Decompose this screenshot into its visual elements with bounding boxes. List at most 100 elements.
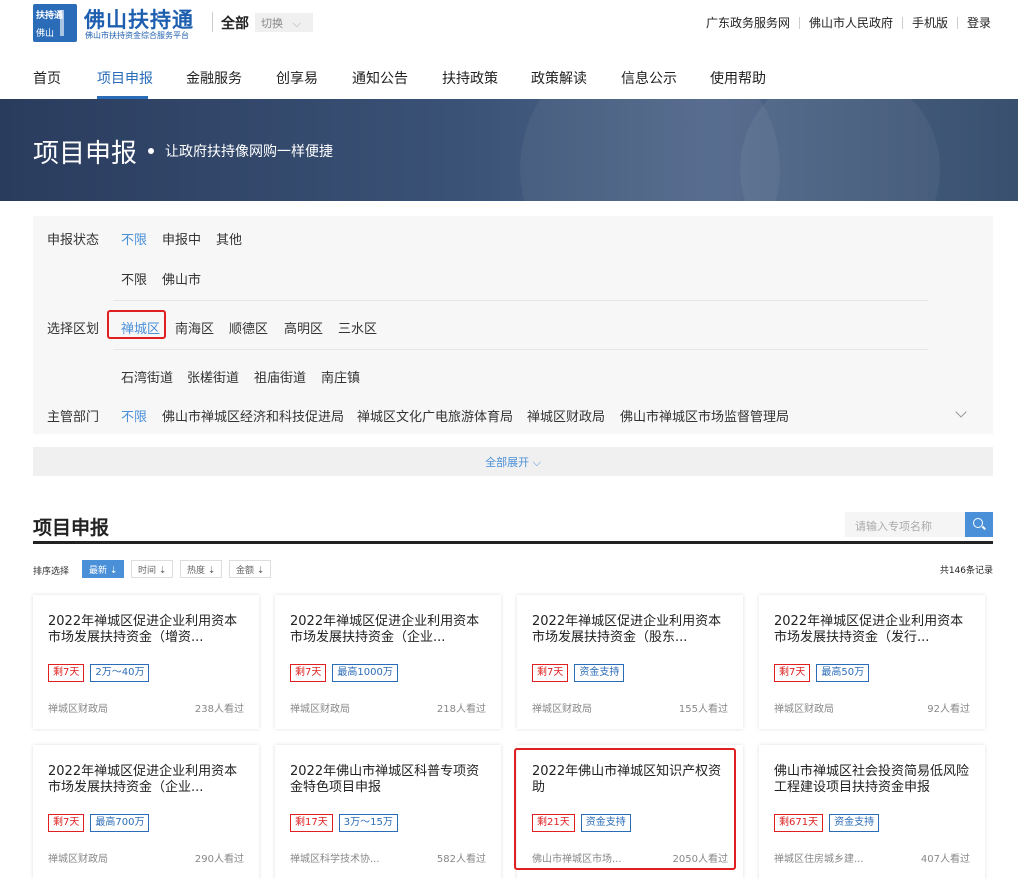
project-card[interactable]: 佛山市禅城区社会投资简易低风险工程建设项目扶持资金申报 剩671天 资金支持 禅城…: [759, 745, 985, 879]
expand-all-label: 全部展开: [485, 456, 530, 469]
filter-dept-culture[interactable]: 禅城区文化广电旅游体育局: [357, 406, 513, 425]
divider: [901, 16, 903, 29]
banner-slogan: 让政府扶持像网购一样便捷: [165, 144, 333, 160]
filter-street-zumiao[interactable]: 祖庙街道: [254, 367, 306, 386]
bullet-dot: [148, 148, 154, 154]
card-dept: 禅城区财政局: [48, 704, 108, 715]
card-dept: 禅城区财政局: [532, 704, 592, 715]
amount-badge: 最高50万: [816, 664, 870, 682]
top-bar: 扶持通 佛山 佛山 扶持通 佛山市扶持资金综合服务平台 全部 切换 ⌵ 广东政务服…: [0, 0, 1018, 46]
nav-item-help[interactable]: 使用帮助: [710, 68, 766, 88]
filter-dept-finance[interactable]: 禅城区财政局: [527, 406, 605, 425]
chevron-down-icon[interactable]: [955, 406, 967, 418]
filter-status-other[interactable]: 其他: [216, 229, 242, 248]
top-links: 广东政务服务网 佛山市人民政府 手机版 登录: [706, 14, 991, 31]
logo-text-top: 扶持通: [36, 11, 64, 21]
nav-item-home[interactable]: 首页: [33, 68, 61, 88]
sort-popularity[interactable]: 热度 ⇣: [180, 560, 223, 578]
nav-item-policy-reading[interactable]: 政策解读: [531, 68, 587, 88]
expand-all-button[interactable]: 全部展开 ⌵: [33, 447, 993, 476]
current-region: 全部: [221, 16, 249, 32]
sort-amount[interactable]: 金额 ⇣: [229, 560, 272, 578]
filter-label-area: 选择区划: [47, 322, 100, 337]
tower-icon: [60, 10, 64, 36]
divider: [113, 300, 928, 301]
chevron-down-icon: ⌵: [532, 456, 541, 469]
card-dept: 禅城区财政局: [774, 704, 834, 715]
filter-status-applying[interactable]: 申报中: [162, 229, 201, 248]
days-left-badge: 剩671天: [774, 814, 824, 832]
sort-label: 排序选择: [33, 567, 70, 577]
page-title: 项目申报: [33, 139, 138, 169]
project-card[interactable]: 2022年佛山市禅城区科普专项资金特色项目申报 剩17天 3万～15万 禅城区科学…: [275, 745, 501, 879]
site-logo[interactable]: 扶持通 佛山: [33, 4, 77, 42]
sort-newest[interactable]: 最新 ⇣: [82, 560, 125, 578]
chevron-down-icon: ⌵: [292, 17, 301, 30]
filter-area-any[interactable]: 不限: [121, 269, 147, 288]
project-card[interactable]: 2022年禅城区促进企业利用资本市场发展扶持资金（增资... 剩7天 2万～40万…: [33, 595, 259, 729]
filter-dept-any[interactable]: 不限: [121, 406, 147, 425]
login-link[interactable]: 登录: [967, 14, 991, 31]
card-title[interactable]: 2022年禅城区促进企业利用资本市场发展扶持资金（企业...: [48, 764, 246, 796]
page-banner: 项目申报 让政府扶持像网购一样便捷: [0, 99, 1018, 201]
card-views: 238人看过: [194, 704, 244, 715]
project-card[interactable]: 2022年禅城区促进企业利用资本市场发展扶持资金（股东... 剩7天 资金支持 禅…: [517, 595, 743, 729]
filter-area-nanhai[interactable]: 南海区: [175, 318, 214, 337]
link-mobile[interactable]: 手机版: [912, 14, 948, 31]
days-left-badge: 剩7天: [774, 664, 811, 682]
card-views: 290人看过: [194, 854, 244, 865]
nav-item-project-apply[interactable]: 项目申报: [97, 68, 153, 88]
card-title[interactable]: 2022年禅城区促进企业利用资本市场发展扶持资金（发行...: [774, 614, 972, 646]
filter-dept-market[interactable]: 佛山市禅城区市场监督管理局: [620, 406, 789, 425]
filter-street-zhangcha[interactable]: 张槎街道: [187, 367, 239, 386]
project-card[interactable]: 2022年禅城区促进企业利用资本市场发展扶持资金（发行... 剩7天 最高50万 …: [759, 595, 985, 729]
divider: [798, 16, 800, 29]
brand-subtitle: 佛山市扶持资金综合服务平台: [85, 31, 189, 40]
search-button[interactable]: [965, 512, 993, 537]
banner-decoration: [740, 99, 940, 201]
filter-label-status: 申报状态: [47, 233, 100, 248]
amount-badge: 最高700万: [90, 814, 150, 832]
switch-label: 切换: [261, 17, 283, 30]
filter-area-foshan[interactable]: 佛山市: [162, 269, 201, 288]
filter-panel: 申报状态 不限 申报中 其他 不限 佛山市 选择区划 禅城区 南海区 顺德区 高…: [33, 216, 993, 434]
card-title[interactable]: 2022年佛山市禅城区科普专项资金特色项目申报: [290, 764, 488, 796]
sort-time[interactable]: 时间 ⇣: [131, 560, 174, 578]
logo-text-bottom: 佛山: [36, 29, 55, 39]
filter-status-any[interactable]: 不限: [121, 229, 147, 248]
region-switch-dropdown[interactable]: 切换 ⌵: [255, 13, 313, 32]
card-title[interactable]: 佛山市禅城区社会投资简易低风险工程建设项目扶持资金申报: [774, 764, 972, 796]
filter-area-sanshui[interactable]: 三水区: [338, 318, 377, 337]
link-gd-gov[interactable]: 广东政务服务网: [706, 14, 790, 31]
filter-street-nanzhuang[interactable]: 南庄镇: [321, 367, 360, 386]
search-icon-handle: [982, 525, 986, 530]
card-title[interactable]: 2022年禅城区促进企业利用资本市场发展扶持资金（股东...: [532, 614, 730, 646]
main-nav: 首页 项目申报 金融服务 创享易 通知公告 扶持政策 政策解读 信息公示 使用帮…: [0, 54, 1018, 99]
card-views: 582人看过: [436, 854, 486, 865]
nav-item-chuangxiang[interactable]: 创享易: [276, 68, 318, 88]
filter-area-shunde[interactable]: 顺德区: [229, 318, 268, 337]
card-views: 92人看过: [927, 704, 970, 715]
days-left-badge: 剩7天: [290, 664, 327, 682]
amount-badge: 资金支持: [574, 664, 625, 682]
filter-area-chancheng[interactable]: 禅城区: [121, 318, 160, 337]
section-title: 项目申报: [33, 517, 110, 539]
filter-dept-economy[interactable]: 佛山市禅城区经济和科技促进局: [162, 406, 344, 425]
card-title[interactable]: 2022年禅城区促进企业利用资本市场发展扶持资金（增资...: [48, 614, 246, 646]
days-left-badge: 剩17天: [290, 814, 333, 832]
amount-badge: 资金支持: [829, 814, 880, 832]
nav-item-info-public[interactable]: 信息公示: [621, 68, 677, 88]
card-title[interactable]: 2022年禅城区促进企业利用资本市场发展扶持资金（企业...: [290, 614, 488, 646]
nav-item-policies[interactable]: 扶持政策: [442, 68, 498, 88]
project-card[interactable]: 2022年禅城区促进企业利用资本市场发展扶持资金（企业... 剩7天 最高700万…: [33, 745, 259, 879]
search-input[interactable]: 请输入专项名称: [845, 512, 965, 537]
link-fs-gov[interactable]: 佛山市人民政府: [809, 14, 893, 31]
days-left-badge: 剩7天: [48, 814, 85, 832]
project-card[interactable]: 2022年禅城区促进企业利用资本市场发展扶持资金（企业... 剩7天 最高1000…: [275, 595, 501, 729]
filter-street-shiwan[interactable]: 石湾街道: [121, 367, 173, 386]
nav-item-finance[interactable]: 金融服务: [186, 68, 242, 88]
filter-area-gaoming[interactable]: 高明区: [284, 318, 323, 337]
amount-badge: 2万～40万: [90, 664, 150, 682]
nav-item-notices[interactable]: 通知公告: [352, 68, 408, 88]
divider: [956, 16, 958, 29]
